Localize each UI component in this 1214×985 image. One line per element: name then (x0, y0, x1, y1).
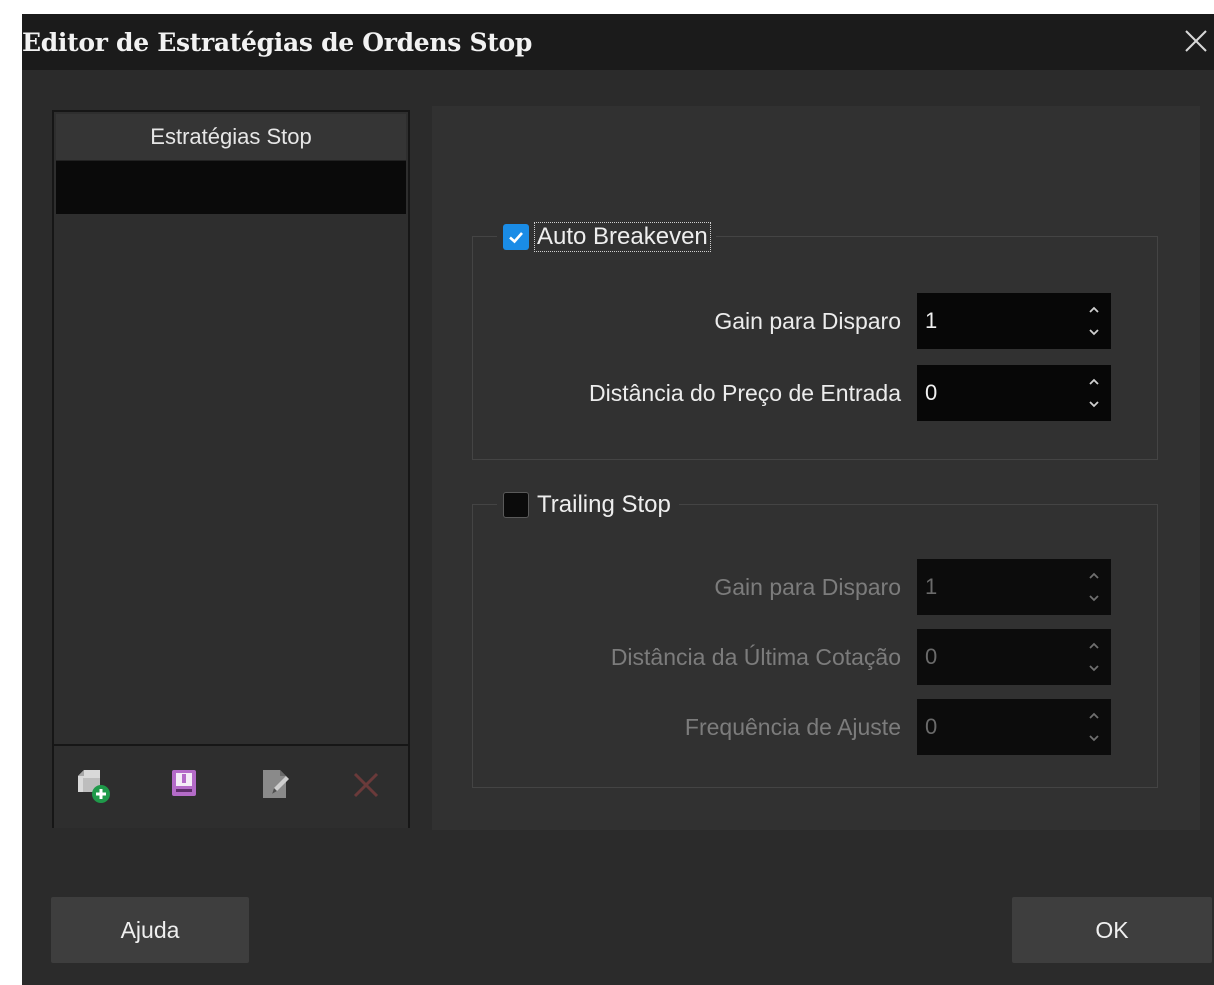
trailing-trigger-gain-value[interactable]: 1 (925, 559, 937, 615)
breakeven-entry-distance-value[interactable]: 0 (925, 365, 937, 421)
trailing-last-quote-distance-label: Distância da Última Cotação (610, 644, 901, 670)
auto-breakeven-label[interactable]: Auto Breakeven (534, 222, 711, 252)
breakeven-entry-distance-label: Distância do Preço de Entrada (589, 380, 901, 406)
strategy-list-toolbar (54, 744, 408, 828)
save-book-icon (172, 770, 196, 796)
trailing-adjust-frequency-row: Frequência de Ajuste 0 (473, 699, 1159, 755)
breakeven-trigger-gain-row: Gain para Disparo 1 (473, 293, 1159, 349)
trailing-stop-checkbox[interactable] (503, 492, 529, 518)
edit-document-icon (263, 770, 289, 798)
stop-strategy-editor-dialog: Editor de Estratégias de Ordens Stop Est… (22, 14, 1214, 985)
delete-strategy-button[interactable] (346, 762, 386, 806)
title-bar: Editor de Estratégias de Ordens Stop (22, 14, 1214, 70)
trailing-stop-legend: Trailing Stop (497, 485, 679, 525)
rename-strategy-button[interactable] (256, 762, 296, 806)
save-strategy-button[interactable] (166, 762, 206, 806)
add-folder-icon (78, 770, 110, 803)
breakeven-trigger-gain-value[interactable]: 1 (925, 293, 937, 349)
trailing-stop-group: Trailing Stop Gain para Disparo 1 Distân… (472, 485, 1159, 788)
spin-arrows-icon[interactable] (1083, 375, 1105, 411)
ok-button[interactable]: OK (1012, 897, 1212, 963)
breakeven-trigger-gain-stepper[interactable]: 1 (917, 293, 1111, 349)
auto-breakeven-group: Auto Breakeven Gain para Disparo 1 Distâ… (472, 217, 1159, 460)
breakeven-entry-distance-stepper[interactable]: 0 (917, 365, 1111, 421)
auto-breakeven-legend: Auto Breakeven (497, 217, 716, 257)
spin-arrows-icon[interactable] (1083, 569, 1105, 605)
trailing-trigger-gain-label: Gain para Disparo (714, 574, 901, 600)
strategy-list-header: Estratégias Stop (56, 114, 406, 161)
close-icon[interactable] (1182, 27, 1210, 55)
auto-breakeven-checkbox[interactable] (503, 224, 529, 250)
strategy-list-item[interactable] (56, 161, 406, 214)
breakeven-trigger-gain-label: Gain para Disparo (714, 308, 901, 334)
spin-arrows-icon[interactable] (1083, 709, 1105, 745)
dialog-title: Editor de Estratégias de Ordens Stop (22, 28, 533, 57)
trailing-last-quote-distance-stepper[interactable]: 0 (917, 629, 1111, 685)
trailing-adjust-frequency-stepper[interactable]: 0 (917, 699, 1111, 755)
breakeven-entry-distance-row: Distância do Preço de Entrada 0 (473, 365, 1159, 421)
delete-x-icon (353, 772, 379, 798)
help-button[interactable]: Ajuda (51, 897, 249, 963)
add-strategy-button[interactable] (74, 762, 114, 806)
spin-arrows-icon[interactable] (1083, 639, 1105, 675)
spin-arrows-icon[interactable] (1083, 303, 1105, 339)
stop-settings-panel: Auto Breakeven Gain para Disparo 1 Distâ… (432, 106, 1200, 830)
trailing-trigger-gain-stepper[interactable]: 1 (917, 559, 1111, 615)
trailing-last-quote-distance-row: Distância da Última Cotação 0 (473, 629, 1159, 685)
trailing-stop-label[interactable]: Trailing Stop (535, 491, 673, 519)
trailing-trigger-gain-row: Gain para Disparo 1 (473, 559, 1159, 615)
trailing-adjust-frequency-value[interactable]: 0 (925, 699, 937, 755)
strategy-list-panel: Estratégias Stop (52, 110, 410, 828)
trailing-last-quote-distance-value[interactable]: 0 (925, 629, 937, 685)
checkmark-icon (509, 232, 523, 244)
trailing-adjust-frequency-label: Frequência de Ajuste (684, 714, 901, 740)
